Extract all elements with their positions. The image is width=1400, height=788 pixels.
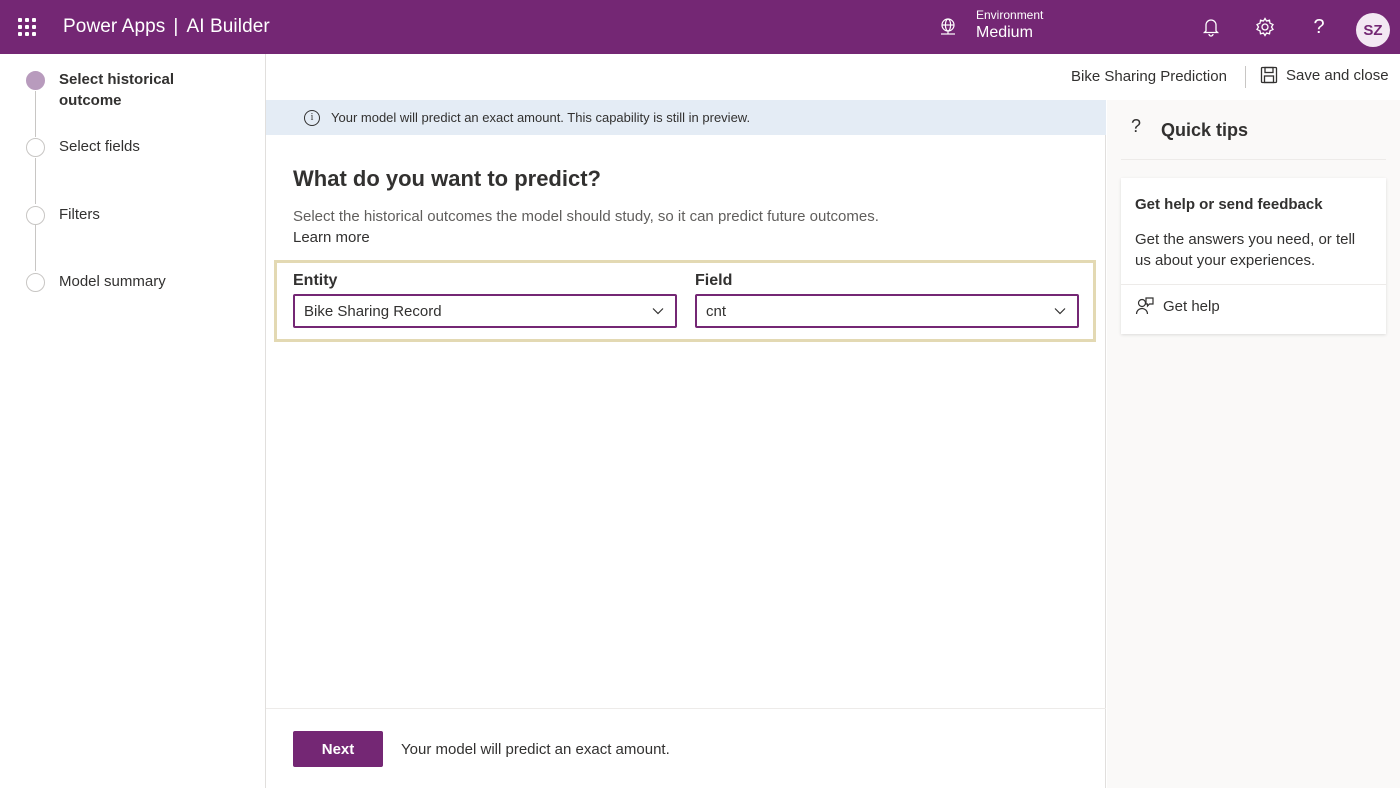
chevron-down-icon bbox=[652, 308, 664, 315]
app-title[interactable]: Power Apps | AI Builder bbox=[63, 16, 270, 38]
step-indicator-icon bbox=[26, 206, 45, 225]
field-dropdown[interactable]: cnt bbox=[695, 294, 1079, 328]
app-launcher-icon[interactable] bbox=[18, 18, 36, 36]
step-connector bbox=[35, 225, 36, 271]
wizard-stepper: Select historical outcome Select fields … bbox=[0, 54, 266, 788]
globe-icon[interactable] bbox=[938, 17, 958, 37]
wizard-footer: Next Your model will predict an exact am… bbox=[266, 708, 1106, 788]
save-label: Save and close bbox=[1286, 66, 1389, 84]
step-indicator-icon bbox=[26, 138, 45, 157]
outcome-selection-group: Entity Bike Sharing Record Field cnt bbox=[274, 260, 1096, 342]
get-help-link[interactable]: Get help bbox=[1135, 296, 1220, 316]
get-help-label: Get help bbox=[1163, 297, 1220, 315]
page-description: Select the historical outcomes the model… bbox=[293, 208, 879, 225]
product-name: AI Builder bbox=[186, 16, 270, 37]
quick-tips-panel: ? Quick tips Get help or send feedback G… bbox=[1107, 100, 1400, 788]
step-label: Select historical outcome bbox=[59, 71, 175, 109]
page-title: What do you want to predict? bbox=[293, 166, 601, 191]
environment-label: Environment bbox=[976, 8, 1044, 22]
divider bbox=[1121, 284, 1386, 285]
entity-dropdown[interactable]: Bike Sharing Record bbox=[293, 294, 677, 328]
field-value: cnt bbox=[706, 302, 727, 320]
quick-tips-title: Quick tips bbox=[1161, 120, 1249, 140]
step-label: Select fields bbox=[59, 138, 140, 155]
preview-banner: i Your model will predict an exact amoun… bbox=[266, 100, 1106, 135]
step-indicator-icon bbox=[26, 273, 45, 292]
chevron-down-icon bbox=[1054, 308, 1066, 315]
step-indicator-icon bbox=[26, 71, 45, 90]
save-icon bbox=[1260, 66, 1278, 84]
gear-icon[interactable] bbox=[1253, 15, 1277, 39]
banner-text: Your model will predict an exact amount.… bbox=[331, 110, 751, 125]
app-name: Power Apps bbox=[63, 16, 166, 37]
footer-message: Your model will predict an exact amount. bbox=[401, 741, 670, 758]
entity-value: Bike Sharing Record bbox=[304, 302, 442, 320]
divider bbox=[1245, 66, 1246, 88]
environment-value: Medium bbox=[976, 24, 1033, 41]
person-feedback-icon bbox=[1135, 297, 1154, 315]
step-label: Model summary bbox=[59, 273, 166, 290]
step-connector bbox=[35, 91, 36, 137]
help-card-title: Get help or send feedback bbox=[1135, 196, 1323, 213]
help-icon[interactable]: ? bbox=[1307, 15, 1331, 39]
help-card-body: Get the answers you need, or tell us abo… bbox=[1135, 231, 1356, 269]
question-icon: ? bbox=[1131, 116, 1142, 136]
top-bar: Power Apps | AI Builder Environment Medium… bbox=[0, 0, 1400, 54]
avatar[interactable]: SZ bbox=[1356, 13, 1390, 47]
entity-label: Entity bbox=[293, 272, 338, 289]
learn-more-link[interactable]: Learn more bbox=[293, 229, 370, 246]
command-bar: Bike Sharing Prediction Save and close bbox=[266, 54, 1400, 100]
step-label: Filters bbox=[59, 206, 100, 223]
next-button[interactable]: Next bbox=[293, 731, 383, 767]
bell-icon[interactable] bbox=[1199, 15, 1223, 39]
help-card: Get help or send feedback Get the answer… bbox=[1121, 178, 1386, 334]
field-label: Field bbox=[695, 272, 733, 289]
model-name: Bike Sharing Prediction bbox=[1071, 68, 1227, 85]
environment-selector[interactable]: Environment Medium bbox=[976, 8, 1043, 42]
save-and-close-button[interactable]: Save and close bbox=[1260, 66, 1389, 84]
info-icon: i bbox=[304, 109, 320, 126]
title-separator: | bbox=[173, 16, 179, 37]
step-connector bbox=[35, 158, 36, 204]
main-content: i Your model will predict an exact amoun… bbox=[266, 100, 1106, 788]
quick-tips-header: ? Quick tips bbox=[1121, 100, 1386, 160]
